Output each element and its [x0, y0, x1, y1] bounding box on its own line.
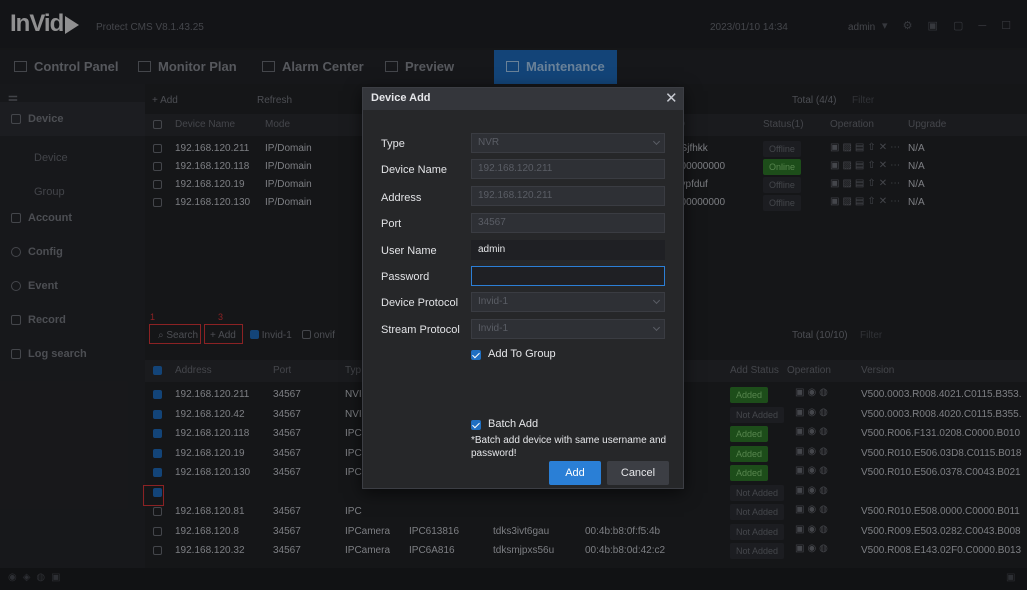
port-label: Port [381, 218, 402, 230]
device-protocol-select[interactable]: Invid-1 [471, 292, 665, 312]
stream-protocol-select[interactable]: Invid-1 [471, 319, 665, 339]
stream-protocol-value: Invid-1 [478, 323, 509, 334]
chevron-down-icon [652, 323, 661, 332]
device-protocol-value: Invid-1 [478, 296, 509, 307]
type-label: Type [381, 138, 405, 150]
batch-add-label: Batch Add [488, 418, 539, 430]
device-name-field[interactable]: 192.168.120.211 [471, 159, 665, 179]
chevron-down-icon [652, 296, 661, 305]
type-select[interactable]: NVR [471, 133, 665, 153]
password-field[interactable] [471, 266, 665, 286]
add-to-group-checkbox[interactable] [471, 350, 481, 360]
device-name-label: Device Name [381, 164, 448, 176]
cancel-button[interactable]: Cancel [607, 461, 669, 485]
device-add-dialog: Device Add ✕ Type NVR Device Name 192.16… [362, 87, 684, 489]
add-to-group-label: Add To Group [488, 348, 556, 360]
address-field[interactable]: 192.168.120.211 [471, 186, 665, 206]
chevron-down-icon [652, 137, 661, 146]
close-icon[interactable]: ✕ [665, 89, 678, 107]
stream-protocol-label: Stream Protocol [381, 324, 460, 336]
add-button[interactable]: Add [549, 461, 601, 485]
address-label: Address [381, 192, 422, 204]
type-value: NVR [478, 137, 500, 148]
dialog-title: Device Add [371, 92, 431, 104]
username-field[interactable]: admin [471, 240, 665, 260]
batch-add-checkbox[interactable] [471, 420, 481, 430]
username-label: User Name [381, 245, 437, 257]
batch-note: *Batch add device with same username and… [471, 435, 667, 459]
device-protocol-label: Device Protocol [381, 297, 459, 309]
port-field[interactable]: 34567 [471, 213, 665, 233]
dialog-header: Device Add ✕ [363, 88, 683, 110]
password-label: Password [381, 271, 430, 283]
